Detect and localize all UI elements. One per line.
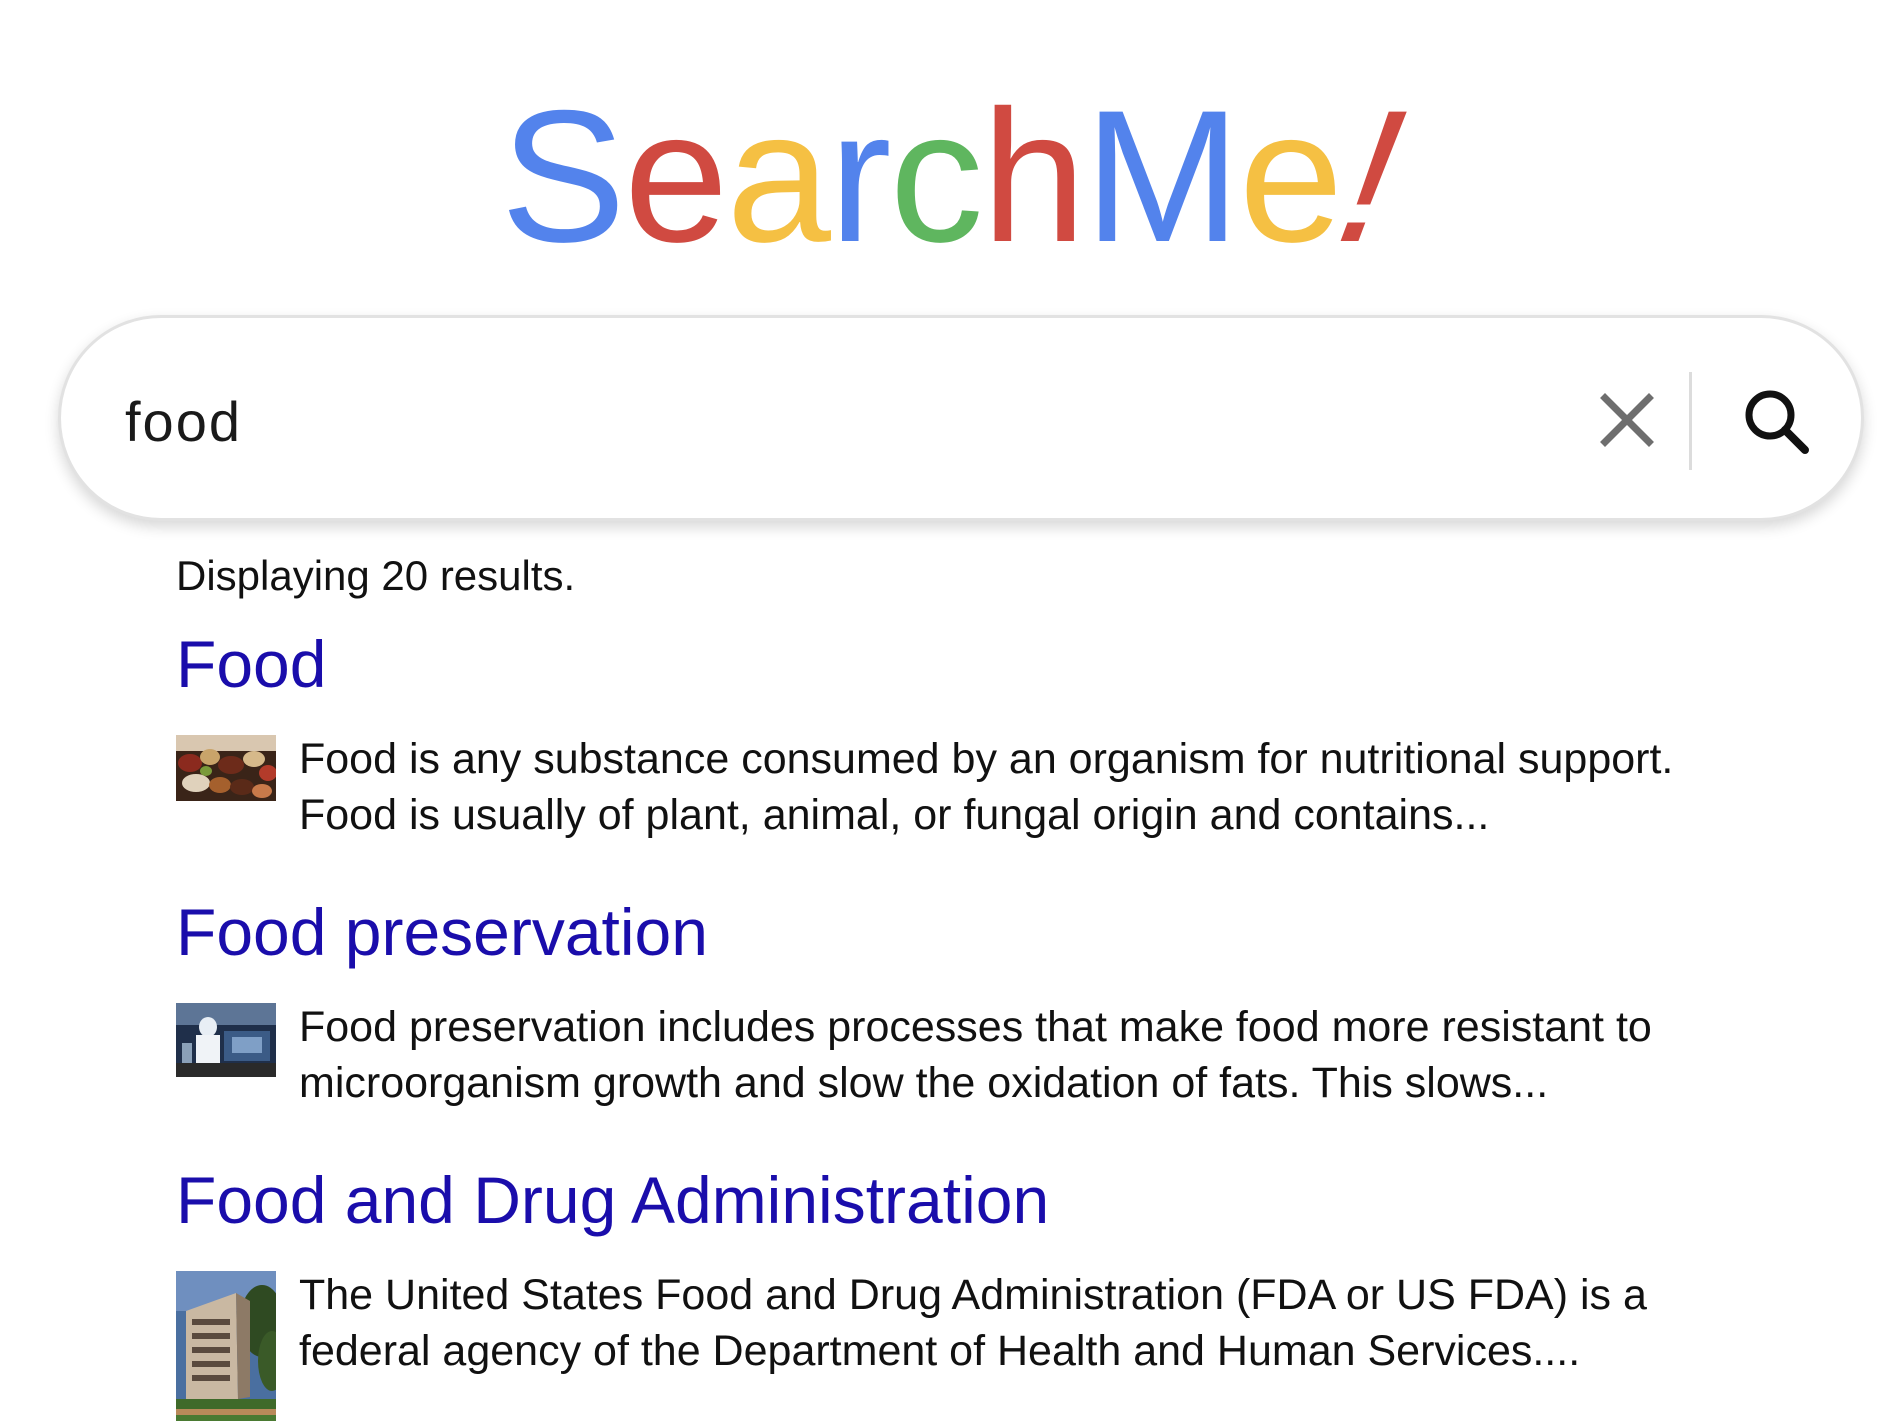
search-result: Food Food is any substance consumed by a…: [176, 628, 1736, 843]
search-bar: [58, 315, 1864, 521]
logo-letter: M: [1084, 71, 1241, 281]
result-title-link[interactable]: Food: [176, 628, 1736, 701]
result-body: The United States Food and Drug Administ…: [176, 1267, 1736, 1421]
snippet-line: Food preservation includes processes tha…: [299, 1002, 1652, 1051]
results-count: Displaying 20 results.: [176, 552, 576, 599]
logo-letter: h: [981, 71, 1087, 281]
search-divider: [1689, 372, 1692, 470]
snippet-line: microorganism growth and slow the oxidat…: [299, 1058, 1549, 1107]
food-preservation-thumbnail[interactable]: [176, 1002, 276, 1077]
result-snippet: Food preservation includes processes tha…: [299, 999, 1736, 1111]
searchme-logo: SearchMe!: [0, 71, 1896, 281]
snippet-line: Food is any substance consumed by an org…: [299, 734, 1674, 783]
search-result: Food and Drug Administration The United …: [176, 1164, 1736, 1421]
search-input[interactable]: [125, 376, 1505, 466]
result-title-link[interactable]: Food and Drug Administration: [176, 1164, 1736, 1237]
logo-letter: c: [889, 71, 984, 281]
logo-letter: e: [1238, 71, 1344, 281]
close-icon[interactable]: [1591, 384, 1663, 456]
snippet-line: federal agency of the Department of Heal…: [299, 1326, 1581, 1375]
result-body: Food preservation includes processes tha…: [176, 999, 1736, 1111]
result-snippet: Food is any substance consumed by an org…: [299, 731, 1736, 843]
logo-letter: r: [828, 71, 892, 281]
search-icon[interactable]: [1737, 382, 1817, 462]
fda-building-thumbnail[interactable]: [176, 1270, 276, 1421]
search-result: Food preservation Food preservation incl…: [176, 896, 1736, 1111]
logo-letter: e: [623, 71, 729, 281]
snippet-line: Food is usually of plant, animal, or fun…: [299, 790, 1490, 839]
food-thumbnail[interactable]: [176, 734, 276, 801]
result-body: Food is any substance consumed by an org…: [176, 731, 1736, 843]
result-snippet: The United States Food and Drug Administ…: [299, 1267, 1736, 1379]
logo-letter: S: [500, 71, 625, 281]
snippet-line: The United States Food and Drug Administ…: [299, 1270, 1647, 1319]
logo-letter: a: [726, 71, 831, 281]
result-title-link[interactable]: Food preservation: [176, 896, 1736, 969]
